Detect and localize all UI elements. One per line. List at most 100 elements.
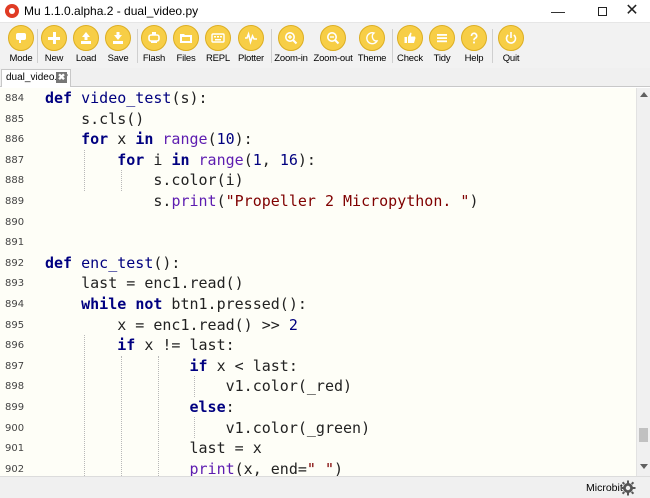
line-number: 902 (5, 463, 25, 475)
tab-close-icon[interactable]: ✖ (56, 72, 67, 83)
minimize-button[interactable]: — (536, 0, 580, 23)
files-icon (174, 26, 198, 50)
power-icon (499, 26, 523, 50)
code-line: 896 if x != last: (0, 335, 636, 356)
keyboard-icon (206, 26, 230, 50)
zoom-out-button[interactable]: Zoom-out (313, 25, 353, 67)
plotter-icon (239, 26, 263, 50)
line-number: 893 (5, 278, 25, 290)
code-text: last = x (45, 439, 262, 458)
gear-icon[interactable] (620, 480, 636, 496)
flash-icon (142, 26, 166, 50)
code-text: while not btn1.pressed(): (81, 295, 307, 313)
code-line: 895 x = enc1.read() >> 2 (0, 315, 636, 336)
save-button[interactable]: Save (98, 25, 138, 67)
code-line: 892 def enc_test(): (0, 253, 636, 274)
code-text: if x < last: (189, 356, 298, 375)
line-number: 898 (5, 381, 25, 393)
title-bar: Mu 1.1.0.alpha.2 - dual_video.py — ✕ (0, 0, 650, 23)
code-line: 900 v1.color(_green) (0, 418, 636, 439)
tidy-icon (430, 26, 454, 50)
code-line: 893 last = enc1.read() (0, 273, 636, 294)
code-editor[interactable]: 884 def video_test(s): 885 s.cls() 886 f… (0, 88, 636, 476)
code-text: v1.color(_red) (45, 377, 353, 396)
code-line: 899 else: (0, 397, 636, 418)
theme-button[interactable]: Theme (352, 25, 392, 67)
thumbs-up-icon (398, 26, 422, 50)
line-number: 895 (5, 319, 25, 331)
tab-bar: dual_video.py ✖ (0, 68, 650, 87)
code-line: 889 s.print("Propeller 2 Micropython. ") (0, 191, 636, 212)
code-line: 894 while not btn1.pressed(): (0, 294, 636, 315)
code-text: v1.color(_green) (45, 418, 371, 437)
zoom-out-label: Zoom-out (313, 53, 353, 64)
status-bar: Microbit (0, 476, 650, 498)
save-label: Save (107, 53, 129, 64)
maximize-icon (597, 7, 607, 16)
scroll-down-arrow-icon[interactable] (640, 464, 648, 469)
code-line: 885 s.cls() (0, 109, 636, 130)
code-text: if x != last: (117, 336, 235, 355)
close-window-button[interactable]: ✕ (614, 0, 650, 23)
code-text: def enc_test(): (45, 253, 181, 272)
code-text: print(x, end=" ") (189, 459, 344, 476)
code-text: s.color(i) (45, 171, 244, 190)
line-number: 886 (5, 134, 25, 146)
code-text: def video_test(s): (45, 89, 208, 107)
vertical-scrollbar[interactable] (636, 88, 650, 476)
line-number: 894 (5, 299, 25, 310)
line-number: 884 (5, 93, 25, 104)
code-line: 886 for x in range(10): (0, 129, 636, 150)
line-number: 892 (5, 257, 25, 269)
code-line: 887 for i in range(1, 16): (0, 150, 636, 171)
save-icon (106, 26, 130, 50)
code-text: x = enc1.read() >> 2 (45, 315, 298, 334)
code-line: 898 v1.color(_red) (0, 376, 636, 397)
code-line: 884 def video_test(s): (0, 88, 636, 109)
quit-label: Quit (502, 53, 520, 64)
zoom-in-icon (279, 26, 303, 50)
plotter-button[interactable]: Plotter (231, 25, 271, 67)
mode-indicator: Microbit (586, 482, 623, 494)
line-number: 888 (5, 175, 25, 187)
code-line: 888 s.color(i) (0, 170, 636, 191)
line-number: 889 (5, 196, 25, 207)
help-icon (462, 26, 486, 50)
line-number: 887 (5, 154, 25, 166)
plotter-label: Plotter (237, 53, 265, 64)
quit-button[interactable]: Quit (491, 25, 531, 67)
line-number: 890 (5, 216, 25, 228)
line-number: 901 (5, 443, 25, 455)
mode-icon (9, 26, 33, 50)
code-text: else: (189, 398, 235, 416)
code-text: for i in range(1, 16): (117, 150, 316, 169)
theme-label: Theme (357, 53, 387, 64)
toolbar: Mode New Load Save Flash Files REPL Plot… (0, 23, 650, 68)
code-text: s.cls() (45, 109, 145, 128)
mu-logo-icon (5, 4, 19, 18)
plus-icon (42, 26, 66, 50)
load-icon (74, 26, 98, 50)
code-line: 902 print(x, end=" ") (0, 459, 636, 476)
line-number: 899 (5, 402, 25, 413)
window-title: Mu 1.1.0.alpha.2 - dual_video.py (24, 4, 199, 18)
zoom-in-button[interactable]: Zoom-in (271, 25, 311, 67)
line-number: 885 (5, 113, 25, 125)
code-line: 891 (0, 232, 636, 253)
line-number: 897 (5, 360, 25, 372)
code-text: for x in range(10): (81, 130, 253, 149)
moon-icon (360, 26, 384, 50)
line-number: 896 (5, 340, 25, 352)
help-button[interactable]: Help (454, 25, 494, 67)
scrollbar-thumb[interactable] (639, 428, 648, 442)
code-text: last = enc1.read() (45, 274, 244, 293)
tab-dual-video[interactable]: dual_video.py ✖ (1, 69, 71, 87)
code-line: 890 (0, 212, 636, 233)
code-text: s.print("Propeller 2 Micropython. ") (45, 192, 479, 210)
help-label: Help (464, 53, 484, 64)
code-line: 897 if x < last: (0, 356, 636, 377)
scroll-up-arrow-icon[interactable] (640, 92, 648, 97)
zoom-out-icon (321, 26, 345, 50)
zoom-in-label: Zoom-in (274, 53, 308, 64)
line-number: 891 (5, 237, 25, 249)
